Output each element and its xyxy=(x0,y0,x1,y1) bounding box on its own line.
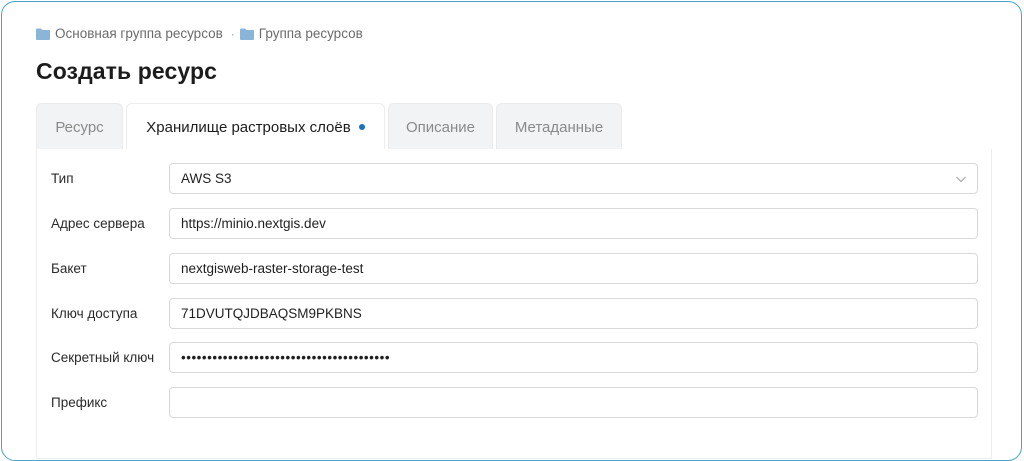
type-select-value: AWS S3 xyxy=(181,171,232,186)
folder-icon xyxy=(239,28,254,40)
modified-dot-icon xyxy=(358,124,365,130)
tab-label: Ресурс xyxy=(55,118,104,136)
form-panel: Тип AWS S3 Адрес сервера Бакет Ключ дост… xyxy=(36,149,992,459)
bucket-input[interactable] xyxy=(169,253,978,284)
breadcrumb-label: Группа ресурсов xyxy=(258,26,363,41)
server-address-label: Адрес сервера xyxy=(51,216,145,231)
breadcrumb-item-main-group[interactable]: Основная группа ресурсов xyxy=(36,26,223,41)
window-frame: Основная группа ресурсов · Группа ресурс… xyxy=(1,1,1022,461)
breadcrumb-item-group[interactable]: Группа ресурсов xyxy=(239,26,363,41)
form-row-server-address: Адрес сервера xyxy=(37,208,993,239)
prefix-label: Префикс xyxy=(51,395,108,410)
access-key-input[interactable] xyxy=(169,298,978,329)
server-address-input[interactable] xyxy=(169,208,978,239)
tab-label: Метаданные xyxy=(514,118,604,136)
chevron-down-icon xyxy=(956,176,966,183)
tab-raster-storage[interactable]: Хранилище растровых слоёв xyxy=(126,103,385,150)
secret-key-input[interactable] xyxy=(169,342,978,373)
form-row-prefix: Префикс xyxy=(37,387,993,418)
breadcrumb: Основная группа ресурсов · Группа ресурс… xyxy=(36,26,363,41)
prefix-input[interactable] xyxy=(169,387,978,418)
folder-icon xyxy=(36,28,50,40)
form-row-access-key: Ключ доступа xyxy=(37,298,993,329)
bucket-label: Бакет xyxy=(51,261,87,276)
type-select[interactable]: AWS S3 xyxy=(169,163,978,194)
type-label: Тип xyxy=(51,171,74,186)
tab-bar: Ресурс Хранилище растровых слоёв Описани… xyxy=(36,103,625,150)
tab-label: Хранилище растровых слоёв xyxy=(146,118,351,136)
tab-resource[interactable]: Ресурс xyxy=(36,103,123,150)
secret-key-label: Секретный ключ xyxy=(51,350,155,365)
access-key-label: Ключ доступа xyxy=(51,306,138,321)
form-row-secret-key: Секретный ключ xyxy=(37,342,993,373)
page-title: Создать ресурс xyxy=(36,58,218,84)
form-row-type: Тип AWS S3 xyxy=(37,163,993,194)
breadcrumb-separator: · xyxy=(230,26,235,41)
breadcrumb-label: Основная группа ресурсов xyxy=(55,26,223,41)
tab-metadata[interactable]: Метаданные xyxy=(496,103,622,150)
tab-description[interactable]: Описание xyxy=(388,103,493,150)
tab-label: Описание xyxy=(405,118,476,136)
form-row-bucket: Бакет xyxy=(37,253,993,284)
